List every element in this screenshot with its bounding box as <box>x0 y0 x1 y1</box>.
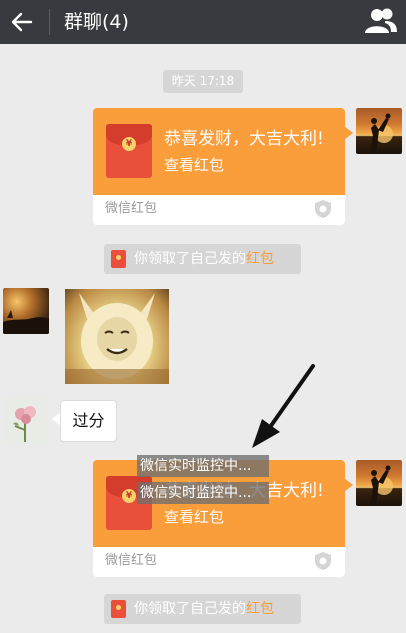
notice-red-packet-link[interactable]: 红包 <box>246 601 274 617</box>
text-message-bubble[interactable]: 过分 <box>60 400 117 442</box>
bubble-tail <box>344 126 353 140</box>
avatar-member-2[interactable] <box>3 398 49 444</box>
red-envelope-mini-icon <box>111 250 126 268</box>
header-divider <box>49 9 50 35</box>
shield-icon <box>315 200 331 218</box>
monitoring-overlay-label: 微信实时监控中... <box>137 455 269 477</box>
bubble-tail <box>344 478 353 492</box>
system-notice: 你领取了自己发的红包 <box>104 594 301 624</box>
notice-text: 你领取了自己发的 <box>134 251 246 267</box>
two-people-icon[interactable] <box>364 6 398 36</box>
avatar-member-1[interactable] <box>3 288 49 334</box>
red-packet-brand: 微信红包 <box>105 553 158 568</box>
red-packet-brand: 微信红包 <box>105 201 158 216</box>
monitoring-overlay-label: 微信实时监控中... <box>137 482 269 504</box>
notice-red-packet-link[interactable]: 红包 <box>246 251 274 267</box>
red-envelope-icon: ¥ <box>106 124 152 178</box>
message-timestamp: 昨天 17:18 <box>163 70 243 93</box>
meme-sticker-image[interactable] <box>65 289 169 384</box>
red-packet-action: 查看红包 <box>164 508 225 526</box>
couple-silhouette-icon <box>370 113 393 152</box>
flower-photo-icon <box>13 406 36 442</box>
chat-title: 群聊(4) <box>64 11 129 33</box>
system-notice: 你领取了自己发的红包 <box>104 244 301 274</box>
red-packet-message[interactable]: ¥ 恭喜发财，大吉大利! 查看红包 微信红包 <box>93 460 345 577</box>
sunset-photo-icon <box>3 310 49 334</box>
avatar-self[interactable] <box>356 460 402 506</box>
red-envelope-mini-icon <box>111 600 126 618</box>
notice-text: 你领取了自己发的 <box>134 601 246 617</box>
red-packet-message[interactable]: ¥ 恭喜发财，大吉大利! 查看红包 微信红包 <box>93 108 345 225</box>
cat-face-sticker-icon <box>65 293 169 384</box>
avatar-self[interactable] <box>356 108 402 154</box>
shield-icon <box>315 552 331 570</box>
red-packet-action: 查看红包 <box>164 156 225 174</box>
red-packet-greeting: 恭喜发财，大吉大利! <box>164 129 324 149</box>
title-bar: 群聊(4) <box>0 0 406 44</box>
arrow-left-icon[interactable] <box>8 8 36 36</box>
couple-silhouette-icon <box>370 465 393 504</box>
